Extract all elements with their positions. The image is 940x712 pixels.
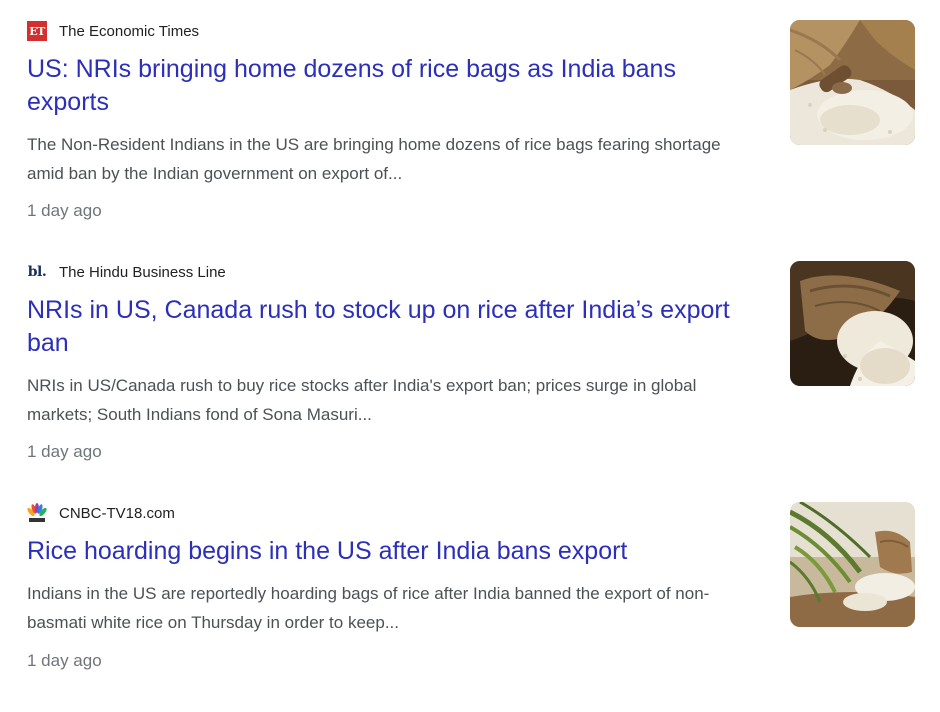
rice-sack-image[interactable] [790, 261, 915, 386]
news-card[interactable]: ET The Economic Times US: NRIs bringing … [0, 0, 940, 230]
rice-sack-image[interactable] [790, 20, 915, 145]
headline-link[interactable]: US: NRIs bringing home dozens of rice ba… [27, 53, 762, 119]
rice-stalks-image[interactable] [790, 502, 915, 627]
source-name: CNBC-TV18.com [59, 504, 175, 522]
source-row: ET The Economic Times [27, 20, 199, 42]
cnbc-peacock-logo-icon [27, 503, 47, 523]
news-feed: ET The Economic Times US: NRIs bringing … [0, 0, 940, 674]
snippet: NRIs in US/Canada rush to buy rice stock… [27, 376, 697, 424]
source-name: The Economic Times [59, 22, 200, 40]
source-name: The Hindu Business Line [59, 263, 226, 281]
headline-link[interactable]: NRIs in US, Canada rush to stock up on r… [27, 294, 762, 360]
news-card[interactable]: CNBC-TV18.com Rice hoarding begins in th… [0, 482, 940, 712]
news-card[interactable]: bl. The Hindu Business Line NRIs in US, … [0, 241, 940, 471]
headline-link[interactable]: Rice hoarding begins in the US after Ind… [27, 535, 762, 568]
economic-times-logo-icon: ET [27, 21, 47, 41]
source-row: CNBC-TV18.com [27, 502, 175, 524]
snippet: Indians in the US are reportedly hoardin… [27, 584, 710, 632]
snippet: The Non-Resident Indians in the US are b… [27, 135, 721, 183]
source-row: bl. The Hindu Business Line [27, 261, 226, 283]
timestamp: 1 day ago [27, 201, 102, 220]
timestamp: 1 day ago [27, 651, 102, 670]
hindu-business-line-logo-icon: bl. [27, 264, 47, 280]
timestamp: 1 day ago [27, 442, 102, 461]
